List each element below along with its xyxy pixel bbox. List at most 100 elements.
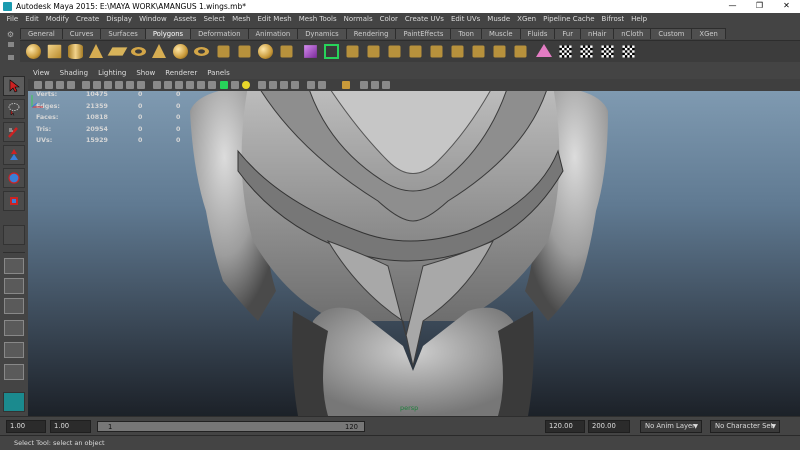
rotate-tool-icon[interactable] — [3, 168, 25, 188]
move-tool-icon[interactable] — [3, 145, 25, 165]
combine-icon[interactable] — [217, 45, 230, 58]
use-all-lights-icon[interactable] — [197, 81, 205, 89]
camera-attributes-icon[interactable] — [45, 81, 53, 89]
shelf-tab-dynamics[interactable]: Dynamics — [297, 28, 347, 39]
automatic-mapping-icon[interactable] — [622, 45, 635, 58]
shelf-tab-toon[interactable]: Toon — [450, 28, 482, 39]
shadows-icon[interactable] — [208, 81, 216, 89]
panel-menu-shading[interactable]: Shading — [55, 68, 93, 79]
grid-toggle-icon[interactable] — [82, 81, 90, 89]
persp-outliner-layout-icon[interactable] — [4, 298, 24, 314]
shelf-tab-surfaces[interactable]: Surfaces — [100, 28, 146, 39]
playback-end-field[interactable]: 120.00 — [545, 420, 585, 433]
shelf-tab-fur[interactable]: Fur — [554, 28, 582, 39]
sculpt-tool-icon[interactable] — [536, 44, 552, 57]
gate-mask-icon[interactable] — [115, 81, 123, 89]
scale-tool-icon[interactable] — [3, 191, 25, 211]
menu-xgen[interactable]: XGen — [514, 15, 540, 23]
perspective-viewport[interactable]: Verts: 10475 0 0 Edges: 21359 0 0 Faces: 10818 0 0 T… — [28, 91, 800, 416]
fill-hole-icon[interactable] — [493, 45, 506, 58]
shelf-tab-nhair[interactable]: nHair — [580, 28, 615, 39]
panel-menu-panels[interactable]: Panels — [202, 68, 235, 79]
merge-vertices-icon[interactable] — [472, 45, 485, 58]
panel-menu-view[interactable]: View — [28, 68, 55, 79]
mirror-geometry-icon[interactable] — [304, 45, 317, 58]
menu-select[interactable]: Select — [200, 15, 229, 23]
separate-icon[interactable] — [238, 45, 251, 58]
spherical-mapping-icon[interactable] — [601, 45, 614, 58]
poly-pipe-icon[interactable] — [194, 47, 209, 56]
lasso-tool-icon[interactable] — [3, 99, 25, 119]
menu-create-uvs[interactable]: Create UVs — [401, 15, 447, 23]
maximize-button[interactable]: ❐ — [746, 0, 773, 13]
wireframe-on-shaded-icon[interactable] — [175, 81, 183, 89]
shelf-tab-painteffects[interactable]: PaintEffects — [395, 28, 452, 39]
end-time-field[interactable]: 200.00 — [588, 420, 630, 433]
xray-icon[interactable] — [231, 81, 239, 89]
multisample-aa-icon[interactable] — [280, 81, 288, 89]
poly-plane-icon[interactable] — [107, 47, 128, 56]
hud-toggle-icon[interactable] — [342, 81, 350, 89]
shelf-settings-gear-icon[interactable]: ⚙ — [6, 30, 15, 39]
select-tool-icon[interactable] — [3, 76, 25, 96]
character-set-dropdown[interactable]: No Character Set ▼ — [710, 420, 780, 433]
textured-icon[interactable] — [186, 81, 194, 89]
menu-edit-mesh[interactable]: Edit Mesh — [254, 15, 295, 23]
planar-mapping-icon[interactable] — [559, 45, 572, 58]
shelf-tab-custom[interactable]: Custom — [650, 28, 693, 39]
menu-mesh-tools[interactable]: Mesh Tools — [295, 15, 340, 23]
shelf-tab-animation[interactable]: Animation — [247, 28, 299, 39]
menu-color[interactable]: Color — [376, 15, 401, 23]
shelf-tab-polygons[interactable]: Polygons — [144, 28, 192, 39]
insert-edge-loop-icon[interactable] — [409, 45, 422, 58]
shelf-tab-deformation[interactable]: Deformation — [190, 28, 249, 39]
menu-pipeline-cache[interactable]: Pipeline Cache — [540, 15, 598, 23]
film-gate-icon[interactable] — [93, 81, 101, 89]
persp-hypershade-layout-icon[interactable] — [4, 342, 24, 358]
menu-help[interactable]: Help — [628, 15, 651, 23]
persp-graph-outliner-layout-icon[interactable] — [4, 364, 24, 380]
snap-icon[interactable] — [382, 81, 390, 89]
close-button[interactable]: ✕ — [773, 0, 800, 13]
bevel-icon[interactable] — [451, 45, 464, 58]
shelf-tab-muscle[interactable]: Muscle — [480, 28, 521, 39]
shelf-tab-general[interactable]: General — [20, 28, 63, 39]
triangulate-icon[interactable] — [514, 45, 527, 58]
image-plane-icon[interactable] — [67, 81, 75, 89]
menu-modify[interactable]: Modify — [42, 15, 72, 23]
bridge-icon[interactable] — [346, 45, 359, 58]
maya-help-logo-icon[interactable] — [3, 392, 25, 412]
menu-display[interactable]: Display — [103, 15, 136, 23]
safe-action-icon[interactable] — [137, 81, 145, 89]
panel-menu-lighting[interactable]: Lighting — [93, 68, 131, 79]
menu-bifrost[interactable]: Bifrost — [598, 15, 628, 23]
wireframe-icon[interactable] — [153, 81, 161, 89]
motion-blur-icon[interactable] — [269, 81, 277, 89]
menu-assets[interactable]: Assets — [170, 15, 200, 23]
poly-pyramid-icon[interactable] — [152, 44, 166, 58]
poly-torus-icon[interactable] — [131, 47, 146, 56]
shelf-tab-curves[interactable]: Curves — [61, 28, 102, 39]
isolate-select-icon[interactable] — [307, 81, 315, 89]
field-chart-icon[interactable] — [126, 81, 134, 89]
renderer-settings-icon[interactable] — [371, 81, 379, 89]
cylindrical-mapping-icon[interactable] — [580, 45, 593, 58]
poly-cylinder-icon[interactable] — [68, 44, 83, 59]
extrude-icon[interactable] — [324, 44, 339, 59]
menu-window[interactable]: Window — [136, 15, 171, 23]
menu-create[interactable]: Create — [72, 15, 102, 23]
poly-soccer-ball-icon[interactable] — [173, 44, 188, 59]
select-camera-icon[interactable] — [34, 81, 42, 89]
shelf-menu-handle[interactable] — [8, 42, 14, 60]
shelf-tab-fluids[interactable]: Fluids — [519, 28, 556, 39]
poly-cube-icon[interactable] — [47, 44, 62, 59]
viewport-2-icon[interactable] — [360, 81, 368, 89]
depth-of-field-icon[interactable] — [291, 81, 299, 89]
xray-joints-icon[interactable] — [220, 81, 228, 89]
smooth-shade-icon[interactable] — [164, 81, 172, 89]
start-time-field[interactable]: 1.00 — [6, 420, 46, 433]
default-light-icon[interactable] — [242, 81, 250, 89]
poly-cone-icon[interactable] — [89, 44, 103, 58]
single-perspective-layout-icon[interactable] — [4, 258, 24, 274]
shelf-tab-rendering[interactable]: Rendering — [345, 28, 397, 39]
